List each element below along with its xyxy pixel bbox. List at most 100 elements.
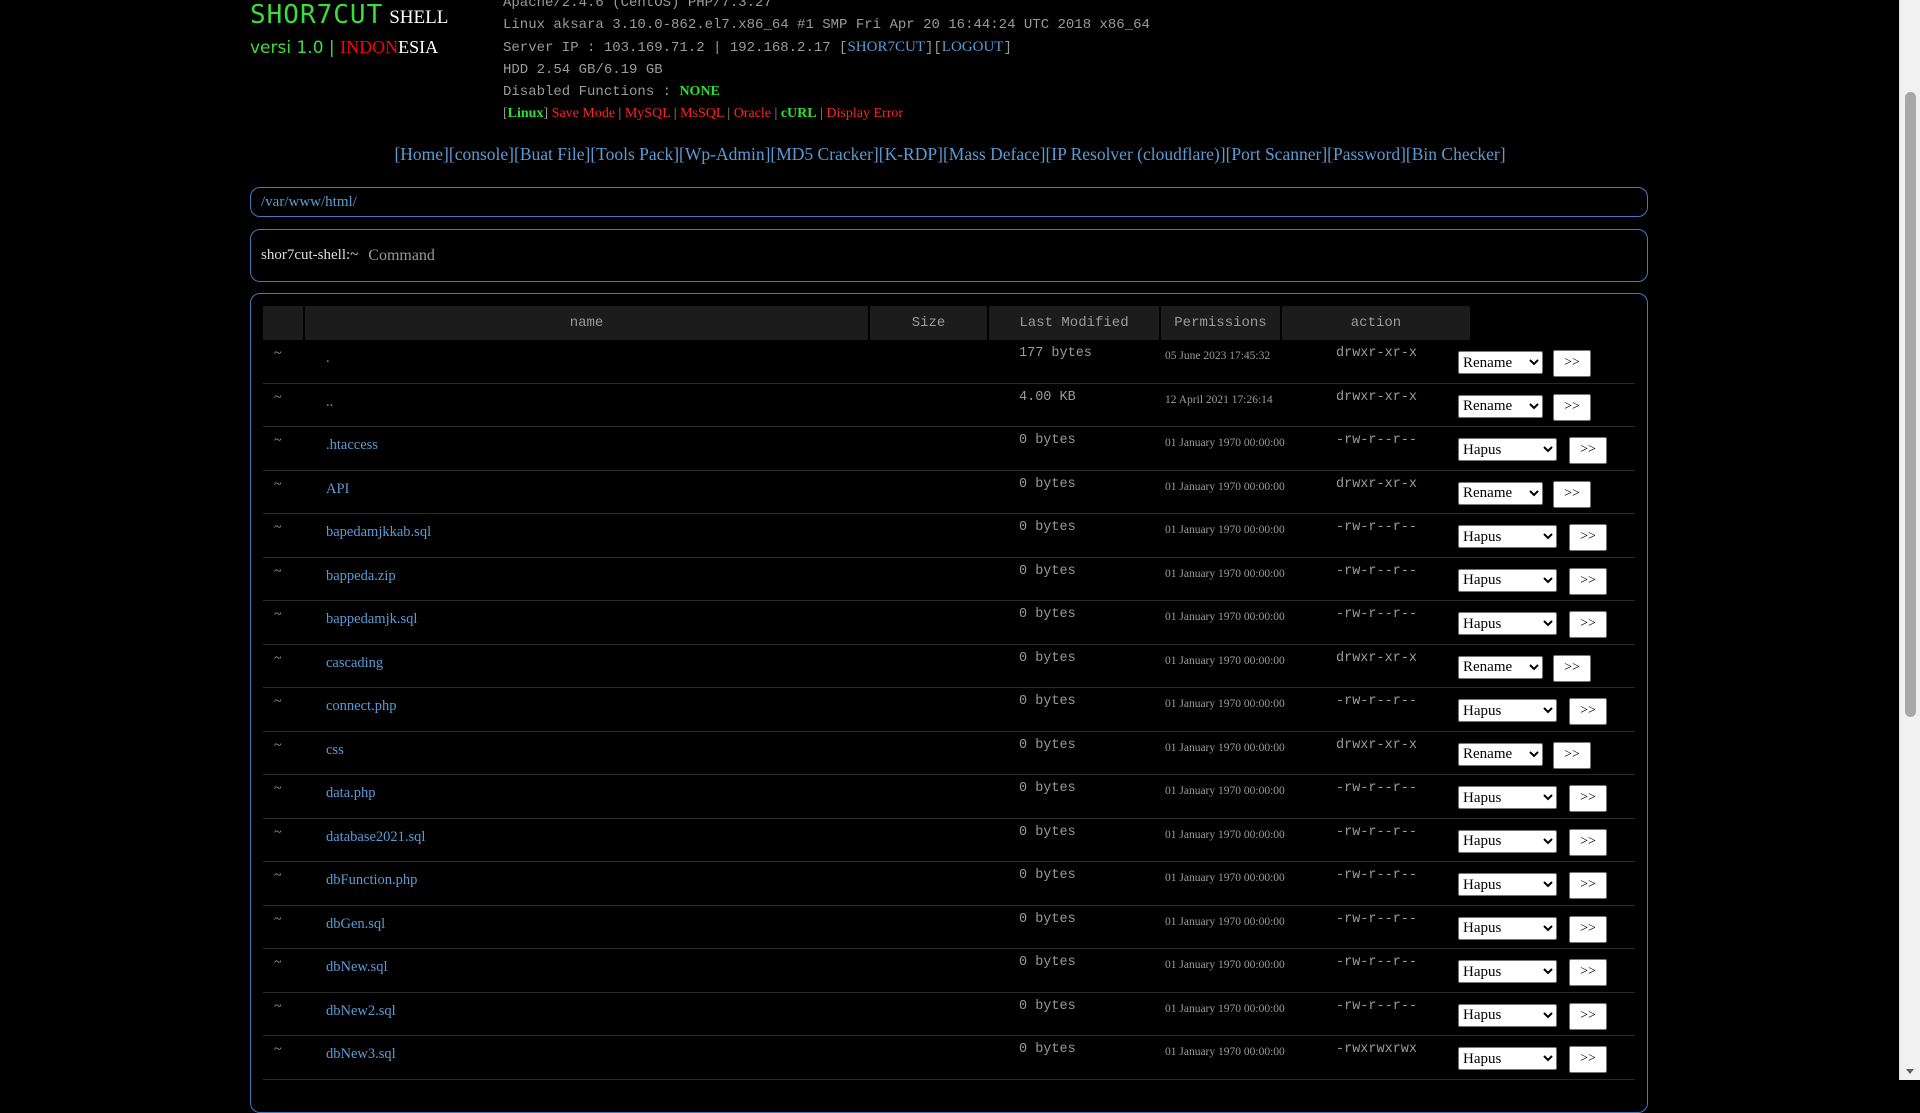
go-button[interactable]: >> bbox=[1569, 567, 1607, 595]
action-select[interactable]: Rename bbox=[1458, 351, 1543, 374]
file-modified: 01 January 1970 00:00:00 bbox=[1165, 828, 1285, 841]
action-select[interactable]: Hapus bbox=[1458, 699, 1557, 722]
go-button[interactable]: >> bbox=[1569, 524, 1607, 551]
action-select[interactable]: Hapus bbox=[1458, 1003, 1557, 1027]
go-button[interactable]: >> bbox=[1553, 480, 1591, 508]
feature-separator: | bbox=[670, 106, 681, 121]
shor7cut-link[interactable]: SHOR7CUT bbox=[847, 39, 925, 55]
server-info: Apache/2.4.6 (CentOS) PHP/7.3.27 Linux a… bbox=[503, 0, 1150, 125]
header-modified: Last Modified bbox=[989, 306, 1159, 340]
go-button[interactable]: >> bbox=[1569, 785, 1607, 812]
file-permissions: drwxr-xr-x bbox=[1336, 476, 1418, 492]
row-mark: ~ bbox=[274, 737, 282, 753]
action-select[interactable]: Rename bbox=[1458, 742, 1543, 766]
feature-separator: | bbox=[816, 106, 827, 121]
file-name-link[interactable]: dbNew.sql bbox=[326, 959, 387, 976]
file-size: 0 bytes bbox=[1019, 520, 1076, 535]
go-button[interactable]: >> bbox=[1553, 350, 1591, 377]
scrollbar-thumb[interactable] bbox=[1905, 92, 1916, 717]
file-name-link[interactable]: connect.php bbox=[326, 698, 396, 715]
nav-link-tools-pack[interactable]: [Tools Pack] bbox=[590, 144, 679, 164]
action-select[interactable]: Rename bbox=[1458, 655, 1543, 679]
action-select[interactable]: Hapus bbox=[1458, 525, 1557, 548]
file-name-link[interactable]: css bbox=[326, 742, 344, 759]
nav-link-password[interactable]: [Password] bbox=[1327, 144, 1406, 164]
header-permissions: Permissions bbox=[1161, 306, 1280, 340]
go-button[interactable]: >> bbox=[1569, 611, 1607, 638]
go-button[interactable]: >> bbox=[1569, 959, 1607, 986]
file-name-link[interactable]: .. bbox=[326, 394, 333, 411]
file-name-link[interactable]: bappedamjk.sql bbox=[326, 611, 417, 628]
file-size: 177 bytes bbox=[1019, 346, 1092, 361]
file-name-link[interactable]: dbNew3.sql bbox=[326, 1046, 396, 1063]
header-size: Size bbox=[870, 306, 987, 340]
header-name: name bbox=[305, 306, 868, 340]
go-button[interactable]: >> bbox=[1553, 654, 1591, 682]
nav-link-home[interactable]: [Home] bbox=[394, 144, 448, 164]
action-select[interactable]: Hapus bbox=[1458, 568, 1557, 592]
nav-link-bin-checker[interactable]: [Bin Checker] bbox=[1406, 144, 1506, 164]
file-name-link[interactable]: database2021.sql bbox=[326, 829, 425, 846]
server-software: Apache/2.4.6 (CentOS) PHP/7.3.27 bbox=[503, 0, 772, 11]
current-path[interactable]: /var/www/html/ bbox=[250, 187, 1648, 217]
file-modified: 01 January 1970 00:00:00 bbox=[1165, 480, 1285, 493]
file-permissions: -rw-r--r-- bbox=[1336, 607, 1418, 622]
features-bracket-close: ] bbox=[543, 106, 552, 121]
header-mark bbox=[263, 306, 303, 340]
logo-country-white: ESIA bbox=[398, 37, 439, 57]
file-name-link[interactable]: bapedamjkkab.sql bbox=[326, 524, 431, 541]
action-select[interactable]: Hapus bbox=[1458, 438, 1557, 461]
row-mark: ~ bbox=[274, 1042, 282, 1057]
nav-link-ip-resolver-cloudflare[interactable]: [IP Resolver (cloudflare)] bbox=[1045, 144, 1225, 164]
file-size: 0 bytes bbox=[1019, 737, 1076, 753]
logo-name: SHOR7CUT bbox=[250, 0, 384, 30]
logo-version: versi 1.0 | bbox=[250, 38, 335, 58]
nav-link-k-rdp[interactable]: [K-RDP] bbox=[879, 144, 943, 164]
file-name-link[interactable]: cascading bbox=[326, 655, 383, 672]
action-select[interactable]: Hapus bbox=[1458, 960, 1557, 983]
nav-link-port-scanner[interactable]: [Port Scanner] bbox=[1226, 144, 1328, 164]
file-name-link[interactable]: dbNew2.sql bbox=[326, 1003, 396, 1020]
nav-link-console[interactable]: [console] bbox=[449, 144, 514, 164]
action-select[interactable]: Hapus bbox=[1458, 916, 1557, 940]
console-bar: shor7cut-shell:~ bbox=[250, 229, 1648, 282]
file-permissions: -rw-r--r-- bbox=[1336, 911, 1418, 927]
action-select[interactable]: Rename bbox=[1458, 481, 1543, 505]
action-select[interactable]: Rename bbox=[1458, 394, 1543, 418]
logout-link[interactable]: LOGOUT bbox=[942, 39, 1004, 55]
file-name-link[interactable]: . bbox=[326, 350, 330, 367]
file-name-link[interactable]: dbFunction.php bbox=[326, 872, 417, 889]
go-button[interactable]: >> bbox=[1569, 872, 1607, 899]
file-size: 4.00 KB bbox=[1019, 389, 1076, 405]
go-button[interactable]: >> bbox=[1553, 741, 1591, 769]
file-name-link[interactable]: bappeda.zip bbox=[326, 568, 396, 585]
nav-link-mass-deface[interactable]: [Mass Deface] bbox=[943, 144, 1046, 164]
row-mark: ~ bbox=[274, 563, 282, 579]
command-input[interactable] bbox=[366, 245, 1271, 266]
action-select[interactable]: Hapus bbox=[1458, 1047, 1557, 1070]
scroll-down-arrow-icon[interactable] bbox=[1906, 1069, 1914, 1074]
file-permissions: drwxr-xr-x bbox=[1336, 389, 1418, 405]
table-row: ~ dbGen.sql 0 bytes 01 January 1970 00:00:0… bbox=[263, 906, 1635, 949]
go-button[interactable]: >> bbox=[1569, 828, 1607, 856]
action-select[interactable]: Hapus bbox=[1458, 873, 1557, 896]
file-name-link[interactable]: dbGen.sql bbox=[326, 916, 385, 933]
nav-link-md5-cracker[interactable]: [MD5 Cracker] bbox=[770, 144, 878, 164]
file-name-link[interactable]: data.php bbox=[326, 785, 376, 802]
file-name-link[interactable]: .htaccess bbox=[326, 437, 378, 454]
nav-link-buat-file[interactable]: [Buat File] bbox=[514, 144, 590, 164]
page-scrollbar[interactable] bbox=[1899, 0, 1920, 1080]
go-button[interactable]: >> bbox=[1569, 1046, 1607, 1073]
file-modified: 01 January 1970 00:00:00 bbox=[1165, 872, 1285, 884]
action-select[interactable]: Hapus bbox=[1458, 786, 1557, 809]
go-button[interactable]: >> bbox=[1569, 437, 1607, 464]
go-button[interactable]: >> bbox=[1569, 1002, 1607, 1030]
nav-link-wp-admin[interactable]: [Wp-Admin] bbox=[679, 144, 770, 164]
action-select[interactable]: Hapus bbox=[1458, 829, 1557, 853]
action-select[interactable]: Hapus bbox=[1458, 612, 1557, 635]
go-button[interactable]: >> bbox=[1569, 915, 1607, 943]
go-button[interactable]: >> bbox=[1569, 698, 1607, 725]
go-button[interactable]: >> bbox=[1553, 393, 1591, 421]
file-name-link[interactable]: API bbox=[326, 481, 349, 498]
file-rows: ~. 177 bytes 05 June 2023 17:45:32 drwxr-xr… bbox=[263, 340, 1637, 1080]
